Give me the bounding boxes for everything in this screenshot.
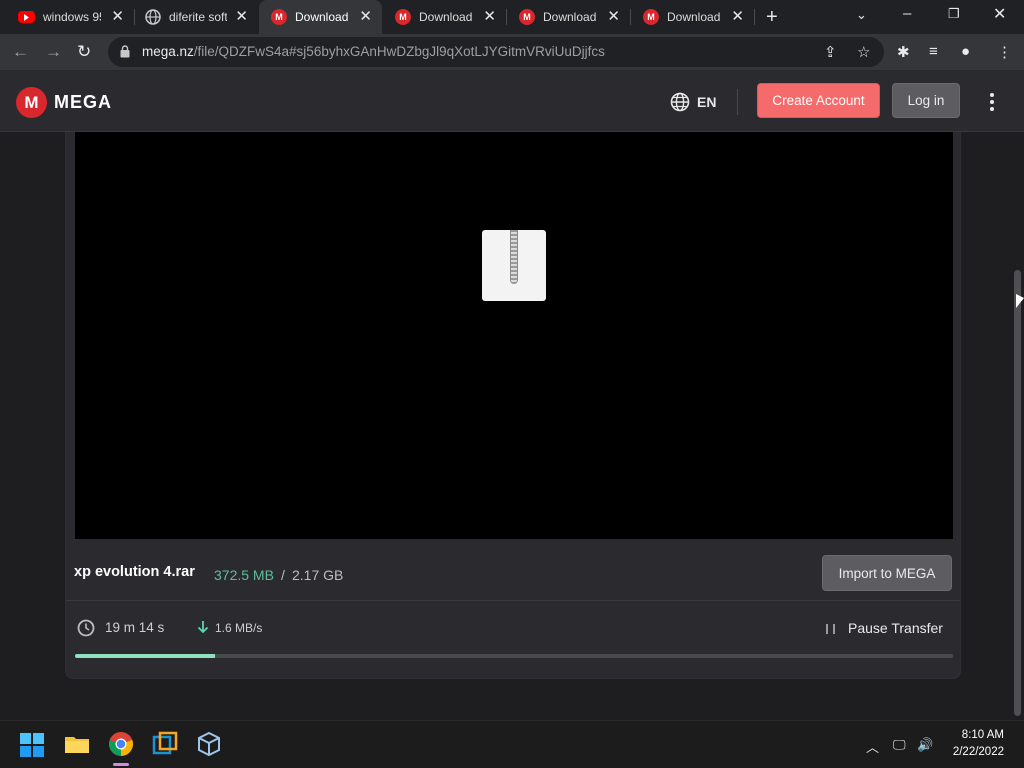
download-card: xp evolution 4.rar 372.5 MB / 2.17 GB Im… (65, 132, 961, 679)
size-separator: / (281, 567, 285, 583)
archive-file-icon (482, 230, 546, 301)
address-bar[interactable]: mega.nz/file/QDZFwS4a#sj56byhxGAnHwDZbgJ… (108, 37, 884, 67)
globe-icon (145, 9, 161, 25)
bookmark-star-icon[interactable]: ☆ (857, 43, 870, 61)
chrome-icon[interactable] (108, 731, 134, 757)
chevron-up-icon[interactable]: ︿ (866, 737, 879, 756)
active-app-indicator (113, 763, 129, 766)
download-speed: 1.6 MB/s (215, 621, 263, 635)
tab-4[interactable]: M Download ✕ (383, 0, 506, 34)
window-close-icon[interactable]: ✕ (993, 4, 1006, 24)
browser-menu-icon[interactable]: ⋮ (997, 43, 1012, 61)
3d-cube-icon[interactable] (196, 731, 222, 757)
globe-icon[interactable] (670, 92, 690, 112)
tab-search-chevron-icon[interactable]: ⌄ (856, 7, 867, 23)
close-icon[interactable]: ✕ (111, 9, 124, 25)
language-selector[interactable]: EN (697, 94, 716, 110)
close-icon[interactable]: ✕ (731, 9, 744, 25)
reload-icon[interactable]: ↻ (77, 42, 91, 62)
tab-title: Download (295, 10, 349, 24)
mega-icon: M (643, 9, 659, 25)
tab-title: Download (419, 10, 473, 24)
download-progress-bar (75, 654, 953, 658)
back-arrow-icon[interactable]: ← (12, 42, 29, 62)
youtube-icon (18, 11, 35, 23)
url-text: mega.nz/file/QDZFwS4a#sj56byhxGAnHwDZbgJ… (142, 44, 605, 59)
minimize-icon[interactable]: – (903, 5, 911, 22)
close-icon[interactable]: ✕ (359, 9, 372, 25)
download-arrow-icon (197, 621, 209, 634)
mouse-cursor (1016, 294, 1024, 308)
tab-title: Download (543, 10, 597, 24)
clock-date[interactable]: 2/22/2022 (940, 746, 1004, 758)
file-name: xp evolution 4.rar (74, 564, 195, 580)
tab-3-active[interactable]: M Download ✕ (259, 0, 382, 34)
tab-separator (754, 9, 755, 25)
page-content: xp evolution 4.rar 372.5 MB / 2.17 GB Im… (0, 132, 1024, 720)
forward-arrow-icon[interactable]: → (45, 42, 62, 62)
header-divider (737, 89, 738, 115)
tab-title: diferite soft (169, 10, 227, 24)
tab-1[interactable]: windows 95 ✕ (0, 0, 134, 34)
more-menu-icon[interactable] (986, 93, 998, 111)
browser-tab-strip: windows 95 ✕ diferite soft ✕ M Download … (0, 0, 1024, 34)
close-icon[interactable]: ✕ (235, 9, 248, 25)
close-icon[interactable]: ✕ (607, 9, 620, 25)
browser-toolbar: ← → ↻ mega.nz/file/QDZFwS4a#sj56byhxGAnH… (0, 34, 1024, 71)
virtualbox-icon[interactable] (152, 731, 178, 757)
extensions-puzzle-icon[interactable]: ✱ (897, 43, 910, 61)
tab-title: Download (667, 10, 721, 24)
file-explorer-icon[interactable] (64, 731, 90, 757)
profile-icon[interactable]: ● (961, 43, 970, 60)
pause-transfer-button[interactable]: Pause Transfer (848, 620, 943, 636)
url-host: mega.nz (142, 44, 194, 59)
create-account-button[interactable]: Create Account (757, 83, 880, 118)
scrollbar-thumb[interactable] (1014, 270, 1021, 716)
logo-letter: M (24, 92, 39, 112)
close-icon[interactable]: ✕ (483, 9, 496, 25)
mega-header: M MEGA EN Create Account Log in (0, 71, 1024, 132)
downloaded-size: 372.5 MB (214, 567, 274, 583)
file-info-bar: xp evolution 4.rar 372.5 MB / 2.17 GB Im… (66, 547, 960, 601)
total-size: 2.17 GB (292, 567, 344, 583)
mega-icon: M (519, 9, 535, 25)
url-path: /file/QDZFwS4a#sj56byhxGAnHwDZbgJl9qXotL… (193, 44, 605, 59)
volume-icon[interactable]: 🔊 (917, 737, 933, 753)
mega-icon: M (395, 9, 411, 25)
import-to-mega-button[interactable]: Import to MEGA (822, 555, 952, 591)
tab-title: windows 95 (43, 10, 101, 24)
login-button[interactable]: Log in (892, 83, 960, 118)
transfer-status-bar: 19 m 14 s 1.6 MB/s Pause Transfer (66, 603, 960, 651)
windows-taskbar: ︿ 🖵 🔊 8:10 AM 2/22/2022 (0, 720, 1024, 768)
tab-5[interactable]: M Download ✕ (507, 0, 630, 34)
pause-icon[interactable] (826, 624, 835, 634)
restore-icon[interactable]: ❐ (948, 6, 960, 22)
clock-time[interactable]: 8:10 AM (950, 729, 1004, 741)
mega-logo-icon[interactable]: M (16, 87, 47, 118)
network-icon[interactable]: 🖵 (893, 737, 906, 753)
zipper-graphic (510, 230, 518, 284)
clock-icon (77, 619, 95, 637)
time-remaining: 19 m 14 s (105, 620, 165, 635)
windows-start-icon[interactable] (20, 733, 44, 757)
lock-icon (120, 45, 130, 58)
file-preview (75, 132, 953, 539)
media-queue-icon[interactable]: ≡ (929, 43, 938, 60)
share-icon[interactable]: ⇪ (824, 43, 837, 61)
new-tab-plus-icon[interactable]: + (766, 6, 778, 29)
brand-name[interactable]: MEGA (54, 92, 112, 113)
tab-6[interactable]: M Download ✕ (631, 0, 754, 34)
page-scrollbar[interactable] (1012, 132, 1024, 720)
progress-fill (75, 654, 216, 658)
mega-icon: M (271, 9, 287, 25)
tab-2[interactable]: diferite soft ✕ (135, 0, 258, 34)
